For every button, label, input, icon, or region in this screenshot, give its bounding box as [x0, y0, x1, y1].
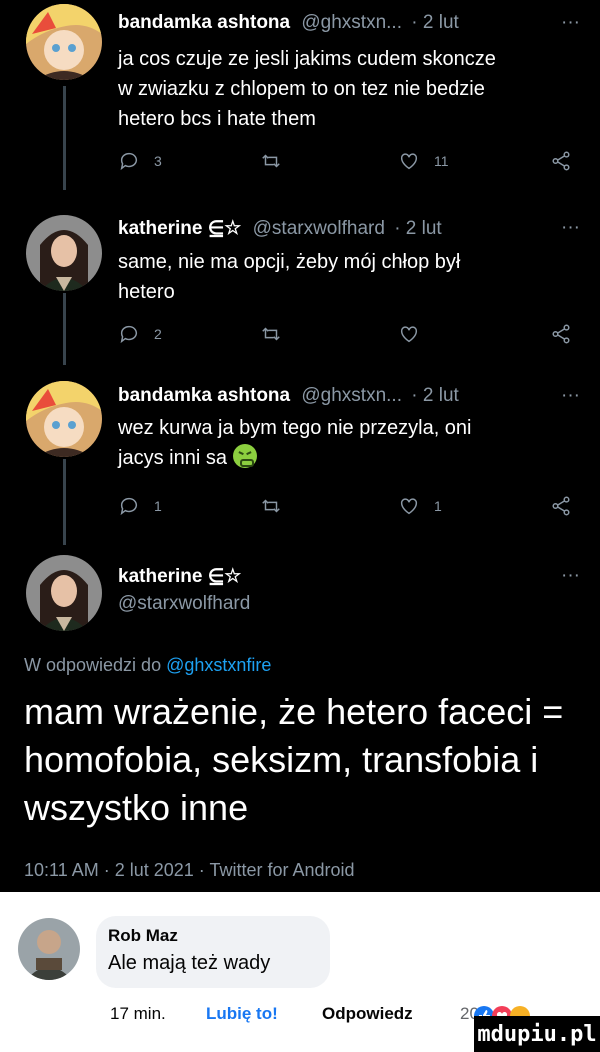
- share-button[interactable]: [550, 495, 572, 517]
- tweet-text: ja cos czuje ze jesli jakims cudem skonc…: [118, 44, 566, 134]
- tweet-time: · 2 lut: [411, 385, 459, 406]
- retweet-icon: [262, 327, 280, 341]
- tweet-line: same, nie ma opcji, żeby mój chłop był: [118, 251, 461, 273]
- retweet-button[interactable]: [260, 495, 282, 517]
- display-name[interactable]: bandamka ashtona: [118, 12, 290, 33]
- display-name[interactable]: katherine ⋸☆: [118, 566, 241, 587]
- tweet-line: jacys inni sa: [118, 443, 566, 473]
- retweet-icon: [262, 154, 280, 168]
- tweet-header: bandamka ashtona @ghxstxn... · 2 lut ···: [118, 12, 580, 34]
- reply-count: 2: [154, 326, 162, 342]
- display-name[interactable]: bandamka ashtona: [118, 385, 290, 406]
- retweet-button[interactable]: [260, 323, 282, 345]
- tweet-line: ja cos czuje ze jesli jakims cudem skonc…: [118, 48, 496, 70]
- avatar[interactable]: [26, 555, 102, 631]
- tweet-3[interactable]: bandamka ashtona @ghxstxn... · 2 lut ···…: [0, 365, 600, 545]
- more-icon[interactable]: ···: [561, 12, 580, 34]
- main-tweet-text: mam wrażenie, że hetero faceci = homofob…: [24, 691, 564, 828]
- retweet-icon: [262, 499, 280, 513]
- like-count: 11: [434, 153, 449, 169]
- reply-icon: [120, 325, 138, 344]
- tweet-line: hetero: [118, 281, 175, 303]
- thread-line: [63, 293, 66, 365]
- reply-button[interactable]: 1: [118, 495, 162, 517]
- nauseated-face-icon: [232, 444, 257, 468]
- watermark: mdupiu.pl: [474, 1016, 600, 1052]
- tweet-1[interactable]: bandamka ashtona @ghxstxn... · 2 lut ···…: [0, 0, 600, 190]
- like-button[interactable]: Lubię to!: [206, 1004, 278, 1024]
- more-icon[interactable]: ···: [561, 385, 580, 407]
- twitter-thread: bandamka ashtona @ghxstxn... · 2 lut ···…: [0, 0, 600, 892]
- tweet-actions: 1 1: [118, 495, 572, 523]
- share-icon: [552, 324, 570, 344]
- tweet-handle-row: @starxwolfhard: [118, 593, 580, 615]
- display-name[interactable]: katherine ⋸☆: [118, 218, 241, 239]
- tweet-header: katherine ⋸☆ ···: [118, 565, 580, 588]
- like-button[interactable]: 11: [398, 150, 449, 172]
- share-button[interactable]: [550, 323, 572, 345]
- tweet-header: katherine ⋸☆ @starxwolfhard · 2 lut ···: [118, 217, 580, 240]
- more-icon[interactable]: ···: [561, 217, 580, 239]
- tweet-actions: 3 11: [118, 150, 572, 178]
- like-button[interactable]: 1: [398, 495, 442, 517]
- more-icon[interactable]: ···: [561, 565, 580, 587]
- heart-icon: [400, 498, 418, 515]
- tweet-text: wez kurwa ja bym tego nie przezyla, oni …: [118, 413, 566, 473]
- heart-icon: [400, 326, 418, 343]
- tweet-line: w zwiazku z chlopem to on tez nie bedzie: [118, 78, 485, 100]
- reply-icon: [120, 497, 138, 516]
- like-count: 1: [434, 498, 442, 514]
- tweet-line: wez kurwa ja bym tego nie przezyla, oni: [118, 417, 472, 439]
- retweet-button[interactable]: [260, 150, 282, 172]
- reply-button[interactable]: 3: [118, 150, 162, 172]
- comment-time[interactable]: 17 min.: [110, 1004, 166, 1024]
- avatar[interactable]: [26, 381, 102, 457]
- comment-bubble: Rob Maz Ale mają też wady: [96, 916, 330, 988]
- avatar[interactable]: [18, 918, 80, 980]
- reply-mention-link[interactable]: @ghxstxnfire: [166, 655, 271, 675]
- reply-count: 3: [154, 153, 162, 169]
- thread-line: [63, 459, 66, 545]
- tweet-actions: 2: [118, 323, 572, 351]
- tweet-time: · 2 lut: [394, 218, 442, 239]
- reply-context: W odpowiedzi do @ghxstxnfire: [24, 655, 271, 676]
- reply-button[interactable]: 2: [118, 323, 162, 345]
- reply-prefix: W odpowiedzi do: [24, 655, 162, 675]
- tweet-time: · 2 lut: [411, 12, 459, 33]
- reply-count: 1: [154, 498, 162, 514]
- comment-author[interactable]: Rob Maz: [108, 926, 178, 946]
- like-button[interactable]: [398, 323, 420, 345]
- tweet-2[interactable]: katherine ⋸☆ @starxwolfhard · 2 lut ··· …: [0, 195, 600, 365]
- comment-text: Ale mają też wady: [108, 952, 271, 974]
- tweet-timestamp: 10:11 AM · 2 lut 2021 · Twitter for Andr…: [24, 860, 355, 880]
- share-icon: [552, 151, 570, 171]
- share-button[interactable]: [550, 150, 572, 172]
- user-handle[interactable]: @ghxstxn...: [301, 385, 402, 406]
- user-handle[interactable]: @starxwolfhard: [253, 218, 385, 239]
- tweet-header: bandamka ashtona @ghxstxn... · 2 lut ···: [118, 385, 580, 407]
- user-handle[interactable]: @ghxstxn...: [301, 12, 402, 33]
- tweet-text: same, nie ma opcji, żeby mój chłop był h…: [118, 247, 566, 307]
- share-icon: [552, 496, 570, 516]
- reply-icon: [120, 152, 138, 171]
- user-handle[interactable]: @starxwolfhard: [118, 593, 250, 614]
- thread-line: [63, 86, 66, 190]
- tweet-line: hetero bcs i hate them: [118, 108, 316, 130]
- reply-button[interactable]: Odpowiedz: [322, 1004, 413, 1024]
- avatar[interactable]: [26, 215, 102, 291]
- heart-icon: [400, 153, 418, 170]
- avatar[interactable]: [26, 4, 102, 80]
